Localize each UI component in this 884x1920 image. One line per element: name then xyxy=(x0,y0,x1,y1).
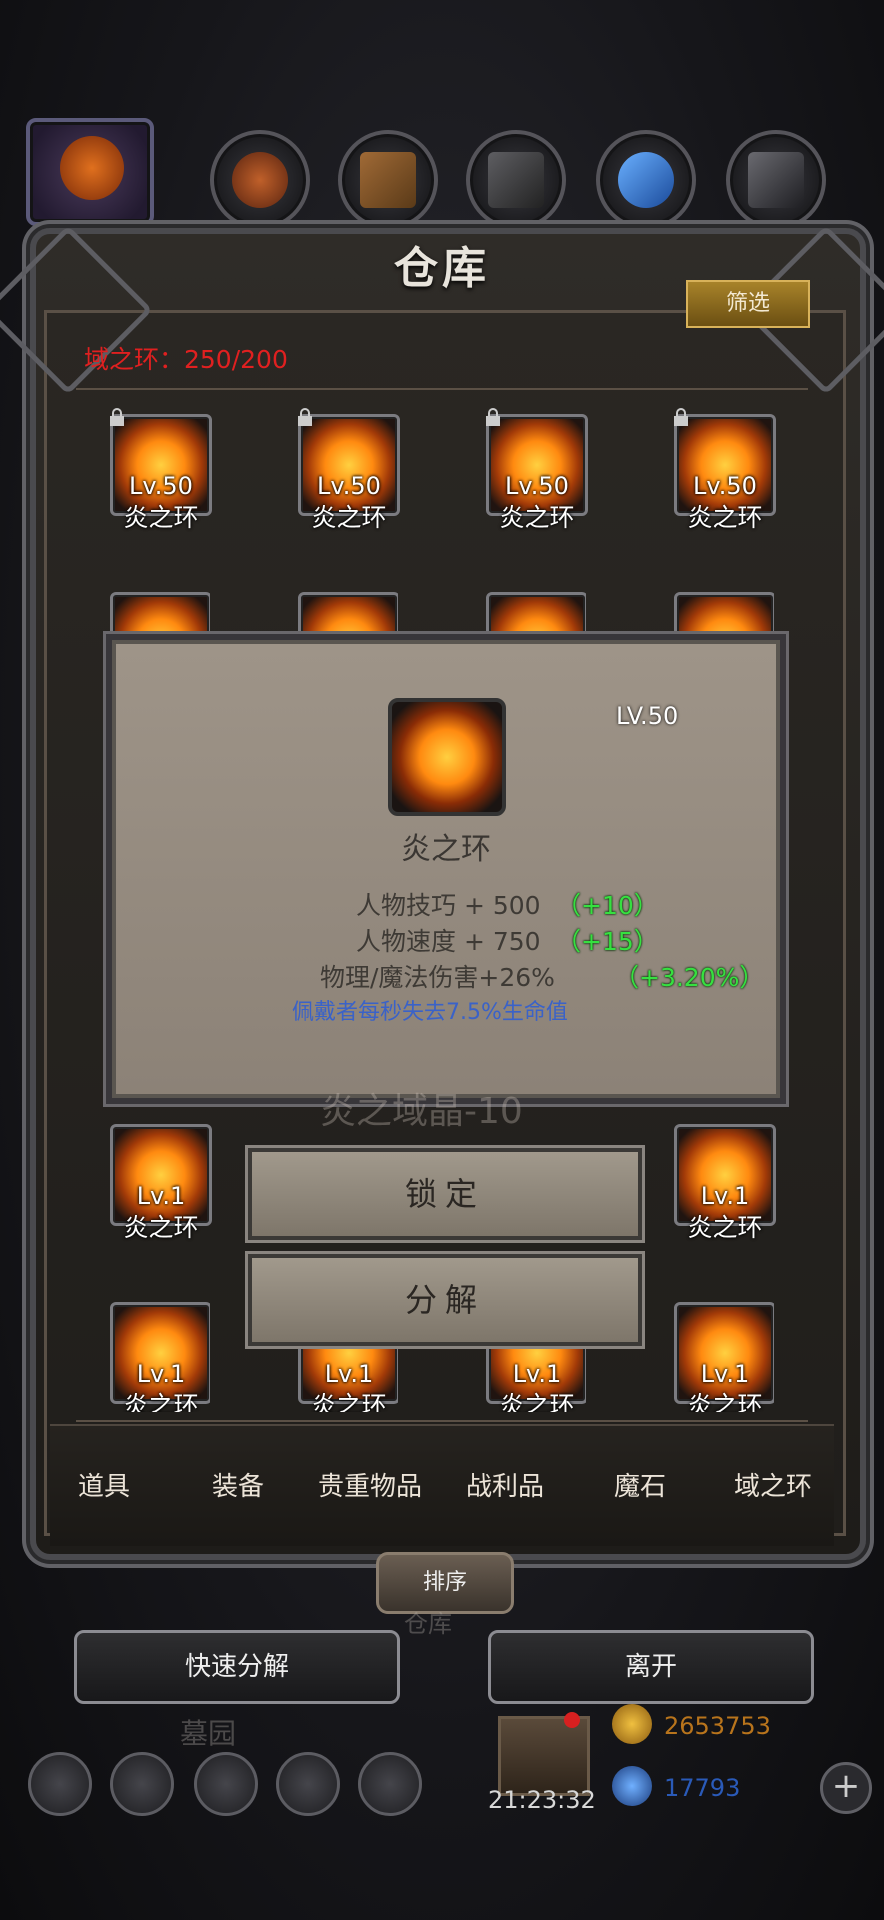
gold-coin-icon xyxy=(612,1704,652,1744)
stat-damage-bonus: （+3.20%） xyxy=(614,963,765,992)
item-slot[interactable]: Lv.50 炎之环 xyxy=(486,408,588,532)
item-slot[interactable]: Lv.50 炎之环 xyxy=(110,408,212,532)
top-divider xyxy=(76,388,808,390)
item-level: Lv.50 xyxy=(693,472,757,500)
popup-item-name: 炎之环 xyxy=(401,832,491,867)
ore-icon xyxy=(748,152,804,208)
tab-equipment[interactable]: 装备 xyxy=(212,1466,264,1503)
item-name: 炎之环 xyxy=(687,1391,763,1412)
item-slot[interactable]: Lv.1 炎之环 xyxy=(110,1124,212,1242)
tab-loot[interactable]: 战利品 xyxy=(466,1466,544,1503)
tab-magic-stone[interactable]: 魔石 xyxy=(614,1466,666,1503)
crystal-icon xyxy=(618,152,674,208)
item-name: 炎之环 xyxy=(123,1391,199,1412)
lock-icon xyxy=(674,408,688,426)
item-level: Lv.1 xyxy=(136,1360,186,1388)
item-level: Lv.50 xyxy=(129,472,193,500)
wood-icon xyxy=(360,152,416,208)
potion-icon xyxy=(232,152,288,208)
flame-ring-icon xyxy=(388,698,506,816)
item-level: Lv.1 xyxy=(136,1182,186,1210)
stat-damage: 物理/魔法伤害+26% xyxy=(320,963,555,992)
category-tab-wood[interactable] xyxy=(338,130,438,230)
map-icon[interactable] xyxy=(358,1752,422,1816)
item-name: 炎之环 xyxy=(687,1213,763,1242)
item-name: 炎之环 xyxy=(123,503,199,532)
item-level: Lv.1 xyxy=(700,1360,750,1388)
category-tab-ore[interactable] xyxy=(726,130,826,230)
notification-dot xyxy=(564,1712,580,1728)
item-slot[interactable] xyxy=(486,592,586,642)
item-slot[interactable] xyxy=(110,592,210,642)
item-level: Lv.1 xyxy=(324,1360,374,1388)
compass-icon[interactable] xyxy=(110,1752,174,1816)
flame-ring-icon xyxy=(298,592,398,642)
item-effect: 佩戴者每秒失去7.5%生命值 xyxy=(292,1000,568,1025)
dim-graveyard-label: 墓园 xyxy=(180,1717,237,1750)
leave-button[interactable]: 离开 xyxy=(488,1630,814,1704)
category-tab-crystal[interactable] xyxy=(596,130,696,230)
filter-button[interactable]: 筛选 xyxy=(686,280,810,328)
item-slot[interactable] xyxy=(674,592,774,642)
popup-level: LV.50 xyxy=(616,702,679,730)
gem-icon xyxy=(612,1766,652,1806)
quick-decompose-button[interactable]: 快速分解 xyxy=(74,1630,400,1704)
tab-divider xyxy=(76,1420,808,1422)
item-level: Lv.1 xyxy=(512,1360,562,1388)
iron-ingot-icon xyxy=(488,152,544,208)
tab-domain-ring[interactable]: 域之环 xyxy=(734,1466,812,1503)
item-name: 炎之环 xyxy=(311,1391,387,1412)
item-name: 炎之环 xyxy=(311,503,387,532)
tab-items[interactable]: 道具 xyxy=(78,1466,130,1503)
item-detail-popup: LV.50 炎之环 人物技巧 + 500 （+10） 人物速度 + 750 （+… xyxy=(112,640,780,1098)
capacity-count: 域之环：250/200 xyxy=(84,345,288,374)
category-tab-potion[interactable] xyxy=(210,130,310,230)
title-plate: 仓库 xyxy=(330,218,554,294)
mail-icon[interactable] xyxy=(276,1752,340,1816)
lock-button[interactable]: 锁定 xyxy=(248,1148,642,1240)
item-slot[interactable]: Lv.50 炎之环 xyxy=(298,408,400,532)
item-level: Lv.50 xyxy=(317,472,381,500)
gift-box-icon[interactable] xyxy=(498,1716,590,1796)
dim-warehouse-label: 仓库 xyxy=(404,1610,452,1638)
item-level: Lv.1 xyxy=(700,1182,750,1210)
gem-amount: 17793 xyxy=(664,1774,741,1802)
stat-speed: 人物速度 + 750 xyxy=(356,927,541,956)
settings-icon[interactable] xyxy=(28,1752,92,1816)
item-slot[interactable]: Lv.50 炎之环 xyxy=(674,408,776,532)
item-slot[interactable]: Lv.1 炎之环 xyxy=(674,1302,774,1412)
timer: 21:23:32 xyxy=(488,1786,596,1814)
flame-ring-icon xyxy=(674,592,774,642)
lock-icon xyxy=(486,408,500,426)
item-slot[interactable] xyxy=(298,592,398,642)
stat-speed-bonus: （+15） xyxy=(556,927,659,956)
gold-amount: 2653753 xyxy=(664,1712,771,1740)
category-tab-iron[interactable] xyxy=(466,130,566,230)
item-slot[interactable]: Lv.1 炎之环 xyxy=(110,1302,210,1412)
item-name: 炎之环 xyxy=(499,1391,575,1412)
background-item-name: 炎之域晶-10 xyxy=(320,1091,523,1132)
decompose-button[interactable]: 分解 xyxy=(248,1254,642,1346)
book-icon[interactable] xyxy=(194,1752,258,1816)
item-level: Lv.50 xyxy=(505,472,569,500)
stat-skill-bonus: （+10） xyxy=(556,891,659,920)
lock-icon xyxy=(298,408,312,426)
tab-valuables[interactable]: 贵重物品 xyxy=(318,1466,422,1503)
tab-bar xyxy=(50,1424,834,1546)
item-name: 炎之环 xyxy=(687,503,763,532)
item-slot[interactable]: Lv.1 炎之环 xyxy=(674,1124,776,1242)
page-title: 仓库 xyxy=(394,243,490,294)
lock-icon xyxy=(110,408,124,426)
add-currency-button[interactable]: + xyxy=(820,1762,872,1814)
flame-ring-icon xyxy=(110,592,210,642)
item-name: 炎之环 xyxy=(499,503,575,532)
stat-skill: 人物技巧 + 500 xyxy=(356,891,541,920)
category-tab-pumpkin[interactable] xyxy=(26,118,154,226)
pumpkin-icon xyxy=(60,136,124,200)
item-name: 炎之环 xyxy=(123,1213,199,1242)
flame-ring-icon xyxy=(486,592,586,642)
